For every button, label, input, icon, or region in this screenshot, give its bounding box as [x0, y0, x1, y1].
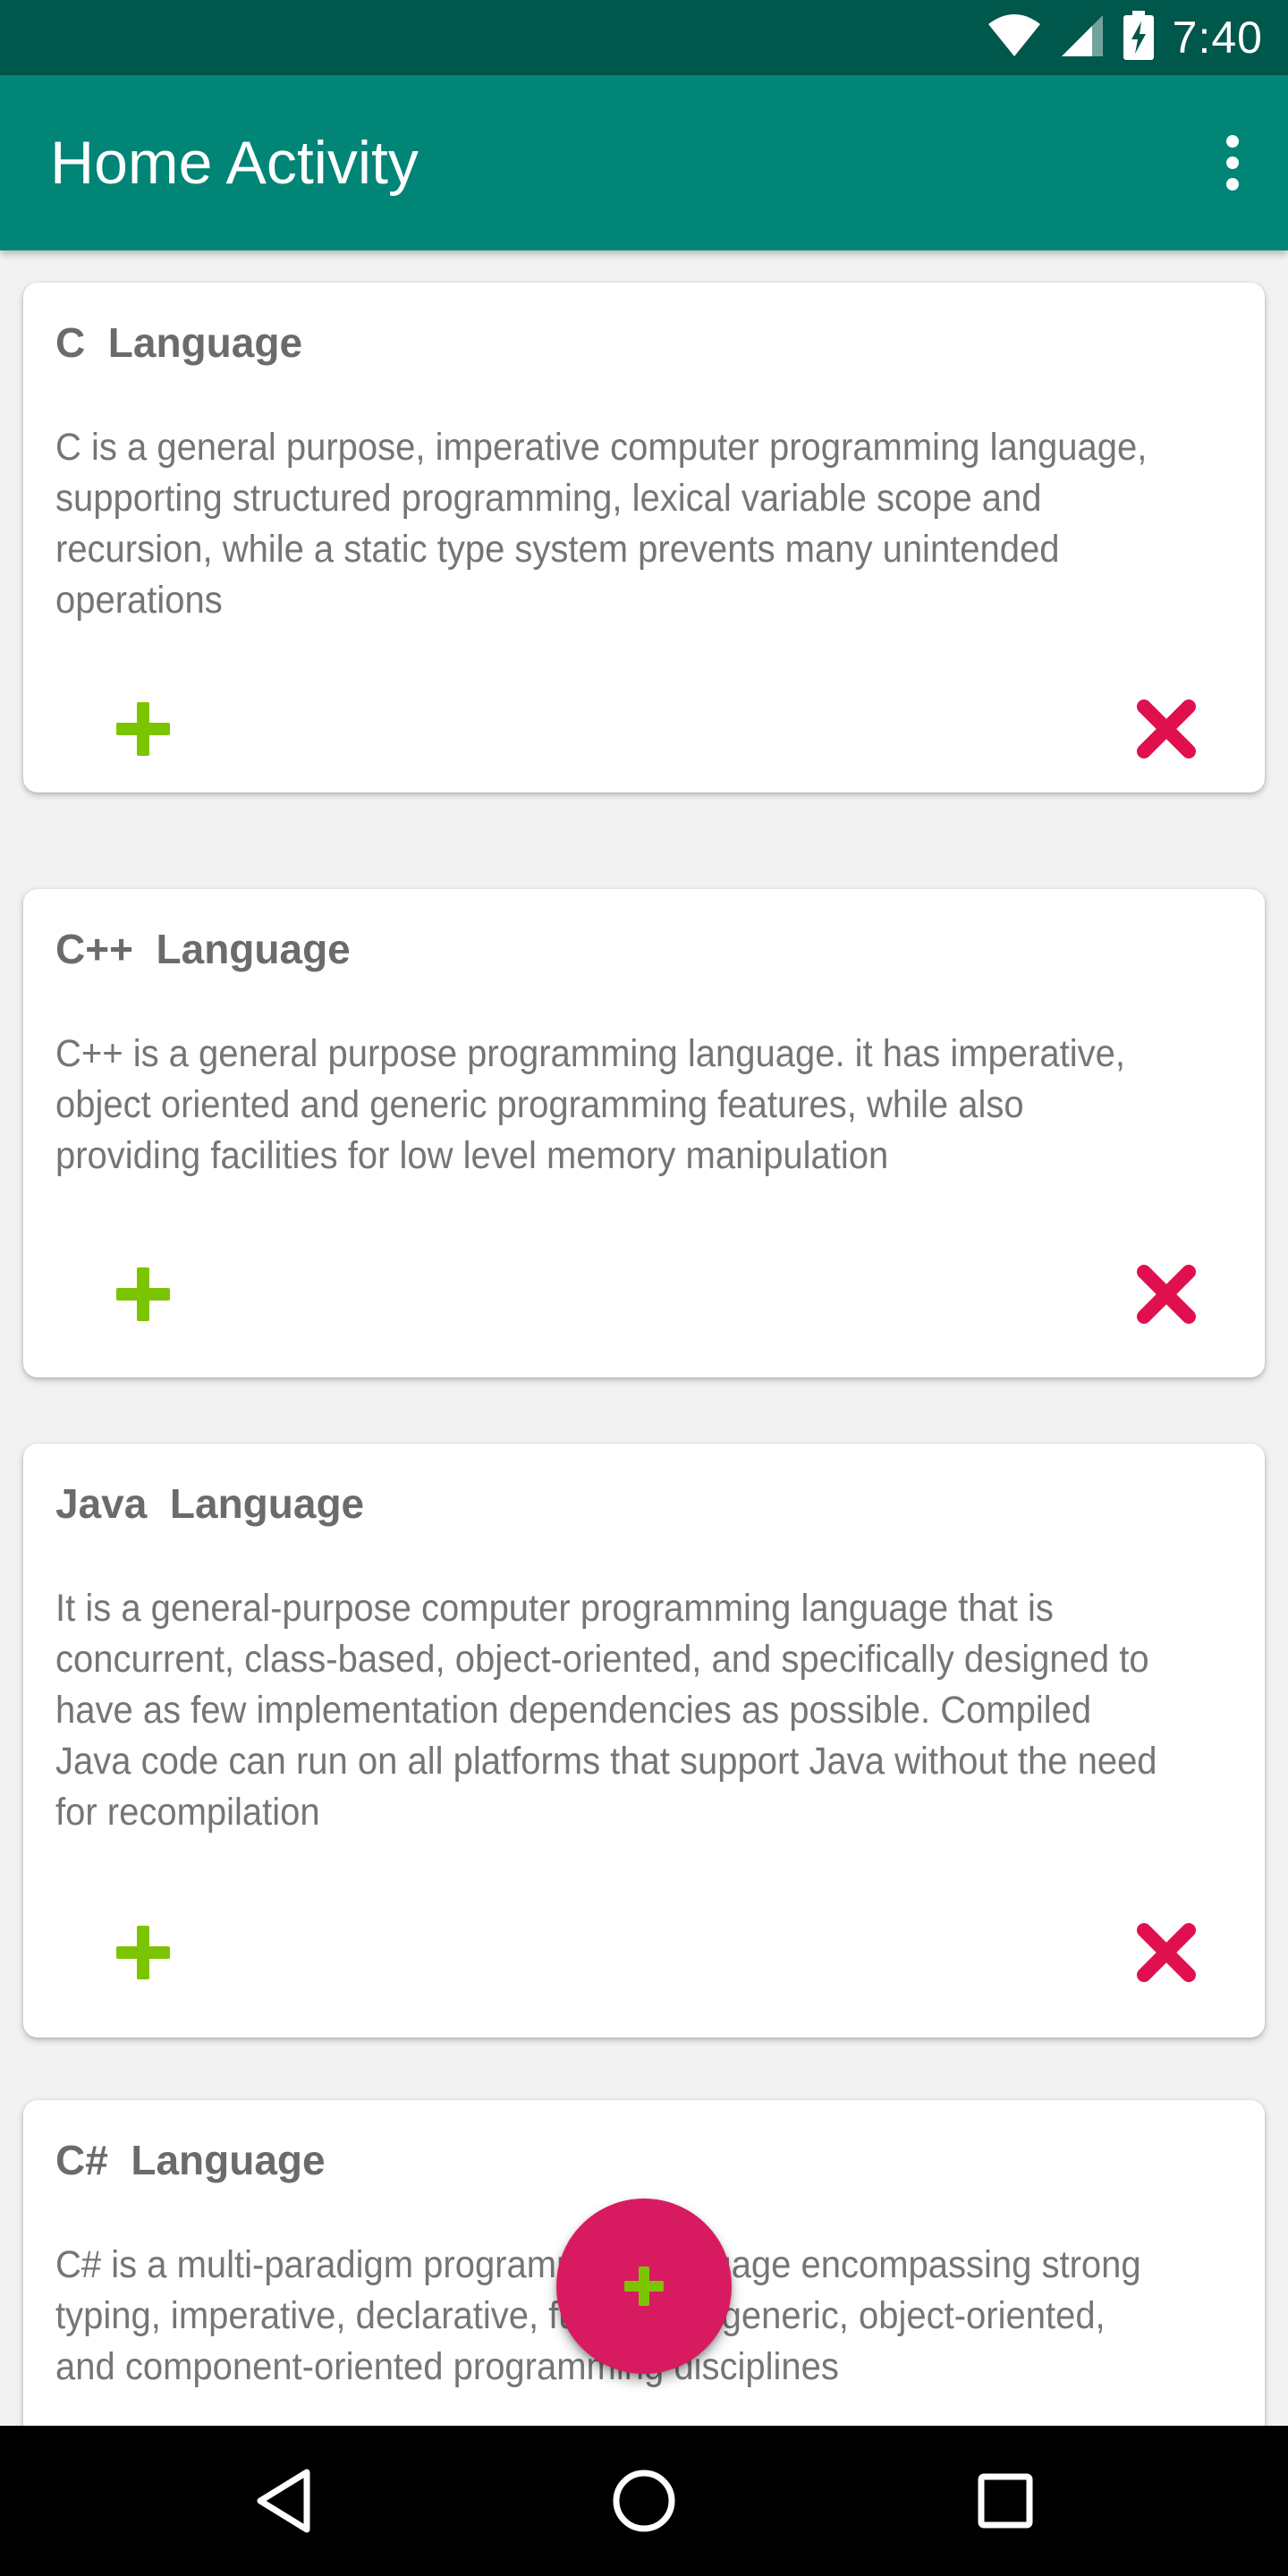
add-fab-button[interactable]: [556, 2199, 732, 2374]
home-button[interactable]: [599, 2456, 689, 2546]
add-button[interactable]: [89, 1903, 197, 2002]
wifi-icon: [987, 13, 1042, 63]
status-bar: 7:40: [0, 0, 1288, 75]
more-vertical-icon[interactable]: [1204, 123, 1261, 202]
card-description: C is a general purpose, imperative compu…: [55, 426, 1148, 622]
close-icon: [1137, 1923, 1196, 1982]
back-icon: [257, 2469, 310, 2533]
add-button[interactable]: [89, 1245, 197, 1343]
back-button[interactable]: [238, 2456, 327, 2546]
page-title: Home Activity: [50, 129, 419, 197]
plus-icon: [116, 702, 170, 756]
card-title: C# Language: [55, 2137, 326, 2183]
card-title: C Language: [55, 319, 303, 366]
app-bar: Home Activity: [0, 75, 1288, 250]
card-title: Java Language: [55, 1480, 365, 1527]
home-icon: [613, 2470, 675, 2532]
plus-icon: [624, 2267, 664, 2306]
delete-button[interactable]: [1113, 1903, 1220, 2002]
recents-button[interactable]: [961, 2456, 1050, 2546]
card-description: It is a general-purpose computer program…: [55, 1587, 1157, 1834]
plus-icon: [116, 1926, 170, 1979]
card-title: C++ Language: [55, 926, 351, 972]
card-c: C Language C is a general purpose, imper…: [23, 283, 1265, 792]
recents-icon: [978, 2473, 1033, 2529]
nav-bar: [0, 2426, 1288, 2576]
add-button[interactable]: [89, 680, 197, 778]
close-icon: [1137, 699, 1196, 758]
delete-button[interactable]: [1113, 1245, 1220, 1343]
card-cpp: C++ Language C++ is a general purpose pr…: [23, 889, 1265, 1377]
card-list[interactable]: C Language C is a general purpose, imper…: [0, 250, 1288, 2426]
close-icon: [1137, 1265, 1196, 1324]
card-java: Java Language It is a general-purpose co…: [23, 1444, 1265, 2038]
status-icons: 7:40: [987, 0, 1263, 75]
plus-icon: [116, 1267, 170, 1321]
delete-button[interactable]: [1113, 680, 1220, 778]
status-time: 7:40: [1172, 13, 1263, 63]
cell-signal-icon: [1060, 13, 1105, 63]
battery-charging-icon: [1123, 10, 1155, 65]
card-description: C++ is a general purpose programming lan…: [55, 1032, 1125, 1177]
